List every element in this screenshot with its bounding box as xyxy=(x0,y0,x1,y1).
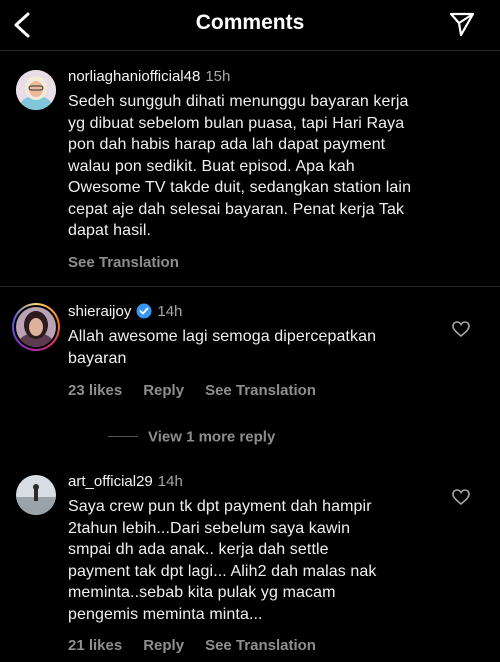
comment-text-line: bayaran xyxy=(68,349,127,367)
comment-text-line: Owesome TV takde duit, sedangkan station… xyxy=(68,179,412,196)
header-divider xyxy=(0,50,500,51)
comment-text-line: yg dibuat sebelom bulan puasa, tapi Hari… xyxy=(68,114,405,132)
header-bar: Comments xyxy=(0,0,500,50)
comment-text-line: cepat aje dah selesai bayaran. Penat ker… xyxy=(68,200,405,218)
comment-text-line: payment tak dpt lagi... Alih2 dah malas … xyxy=(68,562,377,580)
reply-button[interactable]: Reply xyxy=(143,382,184,399)
view-more-replies[interactable]: View 1 more reply xyxy=(68,428,275,446)
comment-time: 14h xyxy=(157,303,183,320)
comment-text: Sedeh sungguh dihati menunggu bayaran ke… xyxy=(68,91,438,242)
reply-button[interactable]: Reply xyxy=(143,637,184,654)
see-translation-button[interactable]: See Translation xyxy=(205,382,316,399)
comment-text-line: Sedeh sungguh dihati menunggu bayaran ke… xyxy=(68,93,409,110)
comment-username[interactable]: shieraijoy xyxy=(68,303,131,320)
comment-text-line: walau pon sedikit. Buat episod. Apa kah xyxy=(68,157,355,175)
replies-line xyxy=(108,436,138,438)
send-icon[interactable] xyxy=(448,10,476,38)
comment-actions: 23 likes Reply See Translation xyxy=(68,382,438,399)
comment-text-line: smpai dh ada anak.. kerja dah settle xyxy=(68,541,329,558)
view-more-replies-label[interactable]: View 1 more reply xyxy=(148,428,275,445)
comment-text: Allah awesome lagi semoga dipercepatkan … xyxy=(68,326,438,369)
comment-text-line: pengemis meminta minta... xyxy=(68,605,263,623)
likes-count[interactable]: 23 likes xyxy=(68,382,122,399)
comment-text-line: meminta..sebab kita pulak yg macam xyxy=(68,584,336,601)
comment-content: norliaghaniofficial48 15h Sedeh sungguh d… xyxy=(68,68,438,271)
comment-username[interactable]: norliaghaniofficial48 xyxy=(68,68,200,85)
comment-text-line: pon dah habis harap ada lah dapat paymen… xyxy=(68,136,386,153)
comment-text: Saya crew pun tk dpt payment dah hampir … xyxy=(68,496,438,625)
comment-content: art_official29 14h Saya crew pun tk dpt p… xyxy=(68,473,438,654)
comment-content: shieraijoy 14h Allah awesome lagi semoga … xyxy=(68,303,438,399)
comment-time: 15h xyxy=(205,68,231,85)
comment-header: shieraijoy 14h xyxy=(68,303,438,321)
avatar[interactable] xyxy=(16,307,56,347)
comment-actions: 21 likes Reply See Translation xyxy=(68,637,438,654)
comment-text-line: 2tahun lebih...Dari sebelum saya kawin xyxy=(68,519,351,537)
likes-count[interactable]: 21 likes xyxy=(68,637,122,654)
avatar[interactable] xyxy=(16,70,56,110)
page-title: Comments xyxy=(195,11,305,34)
heart-icon[interactable] xyxy=(452,489,470,505)
comment-header: norliaghaniofficial48 15h xyxy=(68,68,438,86)
comment-text-line: Allah awesome lagi semoga dipercepatkan xyxy=(68,328,377,345)
comment-text-line: Saya crew pun tk dpt payment dah hampir xyxy=(68,498,372,515)
comment-text-line: dapat hasil. xyxy=(68,222,152,239)
comment-header: art_official29 14h xyxy=(68,473,438,491)
comment-divider xyxy=(0,286,500,287)
see-translation-button[interactable]: See Translation xyxy=(68,254,179,271)
heart-icon[interactable] xyxy=(452,321,470,337)
comment-username[interactable]: art_official29 xyxy=(68,473,153,490)
see-translation-button[interactable]: See Translation xyxy=(205,637,316,654)
comment-actions: See Translation xyxy=(68,254,438,271)
avatar[interactable] xyxy=(16,475,56,515)
verified-badge-icon xyxy=(136,303,152,319)
comment-time: 14h xyxy=(157,473,183,490)
